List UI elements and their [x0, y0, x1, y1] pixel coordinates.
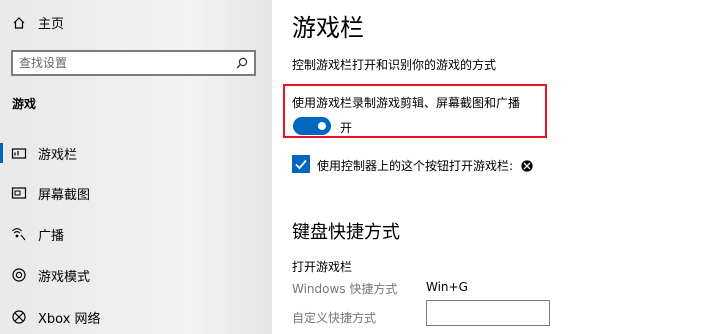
active-indicator [0, 143, 3, 163]
checkmark-icon [295, 159, 307, 170]
page-description: 控制游戏栏打开和识别你的游戏的方式 [292, 58, 497, 72]
home-label: 主页 [38, 17, 65, 32]
controller-checkbox[interactable] [292, 155, 310, 173]
toggle-knob [318, 122, 326, 130]
sidebar-item-captures[interactable]: 屏幕截图 [0, 178, 260, 208]
open-game-bar-heading: 打开游戏栏 [292, 260, 353, 274]
section-heading: 游戏 [12, 97, 37, 111]
sidebar-item-broadcast[interactable]: 广播 [0, 219, 260, 249]
record-toggle[interactable] [293, 117, 331, 135]
keyboard-shortcuts-heading: 键盘快捷方式 [292, 222, 400, 243]
main-content: 游戏栏 控制游戏栏打开和识别你的游戏的方式 使用游戏栏录制游戏剪辑、屏幕截图和广… [272, 0, 720, 334]
windows-shortcut-value: Win+G [426, 280, 468, 294]
sidebar-item-xbox-network[interactable]: Xbox 网络 [0, 302, 260, 332]
home-icon [13, 16, 25, 29]
page-title: 游戏栏 [292, 14, 364, 42]
xbox-icon [12, 310, 26, 324]
broadcast-icon [12, 228, 26, 241]
controller-checkbox-text: 使用控制器上的这个按钮打开游戏栏: [317, 159, 514, 173]
sidebar-item-game-mode[interactable]: 游戏模式 [0, 260, 260, 290]
sidebar-item-label: Xbox 网络 [38, 311, 101, 327]
xbox-icon [521, 160, 533, 172]
sidebar-item-label: 屏幕截图 [38, 187, 91, 203]
custom-shortcut-label: 自定义快捷方式 [292, 311, 377, 325]
sidebar-item-label: 游戏模式 [38, 269, 91, 285]
sidebar-item-label: 游戏栏 [38, 147, 78, 163]
sidebar-item-game-bar[interactable]: 游戏栏 [0, 138, 260, 168]
capture-icon [11, 187, 27, 199]
search-input[interactable] [19, 54, 219, 72]
sidebar-item-label: 广播 [38, 228, 65, 244]
search-box[interactable] [11, 50, 256, 76]
game-mode-icon [12, 268, 26, 282]
home-link[interactable]: 主页 [12, 13, 64, 32]
sidebar: 主页 游戏 游戏栏 屏幕截图 广播 [0, 0, 272, 334]
record-toggle-label: 使用游戏栏录制游戏剪辑、屏幕截图和广播 [292, 96, 521, 110]
search-icon[interactable] [236, 57, 248, 69]
custom-shortcut-input[interactable] [426, 300, 550, 326]
game-bar-icon [11, 148, 27, 159]
controller-checkbox-label: 使用控制器上的这个按钮打开游戏栏: [317, 157, 533, 174]
windows-shortcut-label: Windows 快捷方式 [292, 282, 398, 296]
toggle-state-text: 开 [340, 121, 353, 135]
